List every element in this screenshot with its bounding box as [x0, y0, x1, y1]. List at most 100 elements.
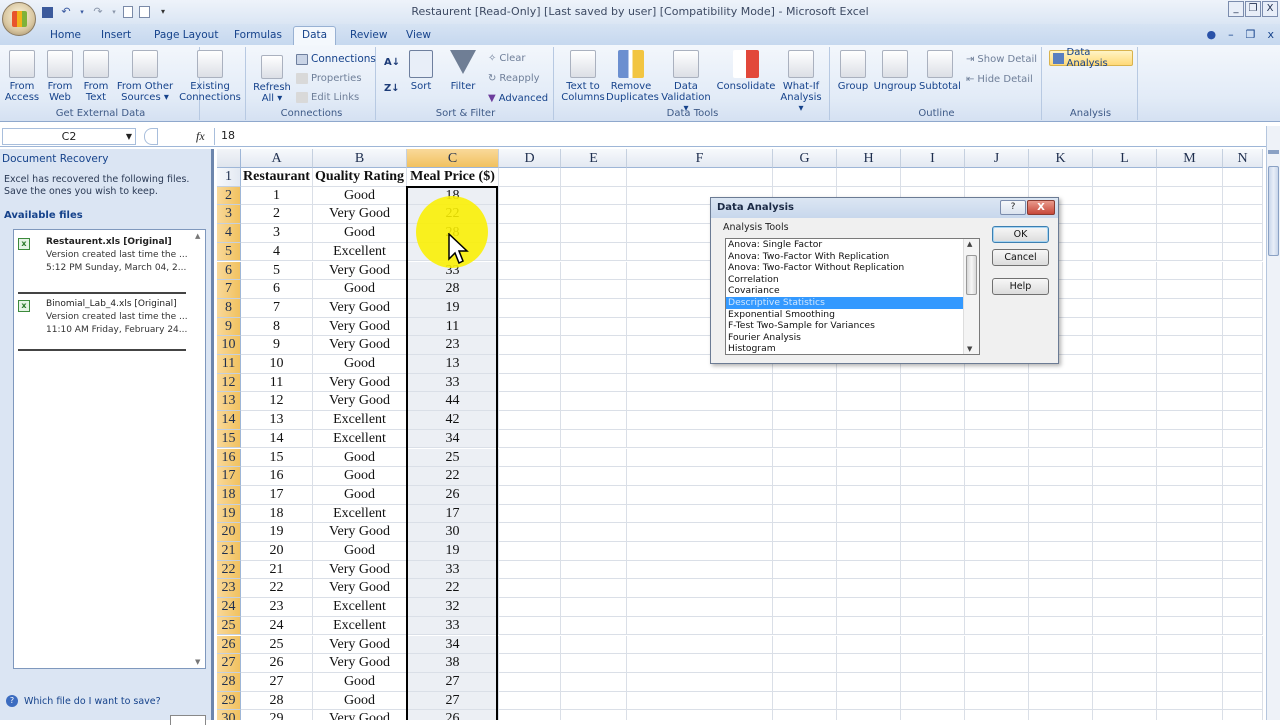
show-detail-button[interactable]: ⇥ Show Detail — [966, 54, 1037, 65]
empty-cell[interactable] — [837, 429, 901, 449]
cancel-entry-icon[interactable] — [144, 128, 158, 145]
empty-cell[interactable] — [499, 598, 561, 617]
empty-cell[interactable] — [499, 168, 561, 187]
empty-cell[interactable] — [965, 429, 1029, 449]
restaurant-cell[interactable]: 9 — [241, 336, 313, 355]
row-header[interactable]: 2 — [217, 186, 241, 206]
empty-cell[interactable] — [837, 467, 901, 486]
quality-rating-cell[interactable]: Very Good — [313, 523, 407, 542]
tab-page-layout[interactable]: Page Layout — [146, 27, 226, 45]
empty-cell[interactable] — [1029, 392, 1093, 412]
empty-cell[interactable] — [965, 616, 1029, 636]
from-access-button[interactable]: From Access — [4, 50, 40, 103]
ungroup-button[interactable]: Ungroup — [872, 50, 918, 92]
empty-cell[interactable] — [1223, 504, 1263, 524]
empty-cell[interactable] — [627, 523, 773, 542]
restaurant-cell[interactable]: 3 — [241, 224, 313, 243]
empty-cell[interactable] — [561, 168, 627, 187]
quality-rating-cell[interactable]: Good — [313, 467, 407, 486]
dialog-close-button[interactable]: X — [1027, 200, 1055, 215]
row-header[interactable]: 21 — [217, 542, 241, 561]
quality-rating-cell[interactable]: Very Good — [313, 298, 407, 318]
empty-cell[interactable] — [1157, 336, 1223, 355]
analysis-tool-option[interactable]: Anova: Two-Factor With Replication — [726, 251, 963, 263]
empty-cell[interactable] — [837, 560, 901, 580]
empty-cell[interactable] — [561, 654, 627, 673]
meal-price-cell[interactable]: 27 — [407, 672, 499, 692]
empty-cell[interactable] — [1093, 672, 1157, 692]
empty-cell[interactable] — [901, 523, 965, 542]
meal-price-cell[interactable]: 33 — [407, 616, 499, 636]
column-header-d[interactable]: D — [499, 149, 561, 168]
empty-cell[interactable] — [773, 598, 837, 617]
quality-rating-cell[interactable]: Good — [313, 448, 407, 468]
row-header[interactable]: 7 — [217, 280, 241, 299]
empty-cell[interactable] — [901, 654, 965, 673]
empty-cell[interactable] — [561, 635, 627, 655]
empty-cell[interactable] — [901, 485, 965, 505]
row-header[interactable]: 29 — [217, 691, 241, 711]
empty-cell[interactable] — [1157, 224, 1223, 243]
meal-price-cell[interactable]: 38 — [407, 654, 499, 673]
empty-cell[interactable] — [1093, 598, 1157, 617]
empty-cell[interactable] — [499, 373, 561, 393]
quality-rating-cell[interactable]: Excellent — [313, 616, 407, 636]
empty-cell[interactable] — [499, 411, 561, 430]
row-header[interactable]: 18 — [217, 485, 241, 505]
empty-cell[interactable] — [561, 485, 627, 505]
empty-cell[interactable] — [901, 429, 965, 449]
empty-cell[interactable] — [1093, 168, 1157, 187]
empty-cell[interactable] — [1093, 710, 1157, 720]
empty-cell[interactable] — [1223, 355, 1263, 374]
empty-cell[interactable] — [1029, 710, 1093, 720]
empty-cell[interactable] — [627, 392, 773, 412]
empty-cell[interactable] — [1093, 504, 1157, 524]
empty-cell[interactable] — [1029, 467, 1093, 486]
column-header-g[interactable]: G — [773, 149, 837, 168]
empty-cell[interactable] — [627, 168, 773, 187]
empty-cell[interactable] — [773, 672, 837, 692]
restaurant-cell[interactable]: 24 — [241, 616, 313, 636]
list-scroll-thumb[interactable] — [966, 255, 977, 295]
meal-price-cell[interactable]: 22 — [407, 205, 499, 225]
clear-button[interactable]: ✧ Clear — [488, 53, 526, 64]
empty-cell[interactable] — [773, 542, 837, 561]
empty-cell[interactable] — [1029, 616, 1093, 636]
analysis-tool-option[interactable]: Exponential Smoothing — [726, 309, 963, 321]
workbook-minimize-icon[interactable]: – — [1228, 28, 1234, 41]
empty-cell[interactable] — [837, 411, 901, 430]
analysis-tool-option[interactable]: Covariance — [726, 285, 963, 297]
empty-cell[interactable] — [499, 298, 561, 318]
quality-rating-cell[interactable]: Excellent — [313, 411, 407, 430]
column-header-m[interactable]: M — [1157, 149, 1223, 168]
meal-price-cell[interactable]: 27 — [407, 691, 499, 711]
empty-cell[interactable] — [1029, 448, 1093, 468]
restaurant-cell[interactable]: 25 — [241, 635, 313, 655]
empty-cell[interactable] — [1223, 261, 1263, 281]
empty-cell[interactable] — [499, 542, 561, 561]
restaurant-cell[interactable]: 29 — [241, 710, 313, 720]
column-header-n[interactable]: N — [1223, 149, 1263, 168]
empty-cell[interactable] — [1157, 280, 1223, 299]
empty-cell[interactable] — [1029, 373, 1093, 393]
empty-cell[interactable] — [1029, 598, 1093, 617]
empty-cell[interactable] — [1157, 635, 1223, 655]
empty-cell[interactable] — [837, 485, 901, 505]
empty-cell[interactable] — [1093, 242, 1157, 262]
empty-cell[interactable] — [499, 672, 561, 692]
analysis-tool-option[interactable]: Fourier Analysis — [726, 332, 963, 344]
empty-cell[interactable] — [837, 523, 901, 542]
help-icon[interactable]: ● — [1207, 28, 1217, 41]
empty-cell[interactable] — [1223, 542, 1263, 561]
empty-cell[interactable] — [1093, 448, 1157, 468]
empty-cell[interactable] — [1223, 560, 1263, 580]
empty-cell[interactable] — [837, 672, 901, 692]
empty-cell[interactable] — [1223, 280, 1263, 299]
edit-links-button[interactable]: Edit Links — [296, 92, 359, 103]
meal-price-cell[interactable]: 33 — [407, 373, 499, 393]
analysis-tool-option[interactable]: F-Test Two-Sample for Variances — [726, 320, 963, 332]
dialog-help-button[interactable]: ? — [1000, 200, 1026, 215]
ok-button[interactable]: OK — [992, 226, 1049, 243]
empty-cell[interactable] — [561, 429, 627, 449]
empty-cell[interactable] — [499, 224, 561, 243]
